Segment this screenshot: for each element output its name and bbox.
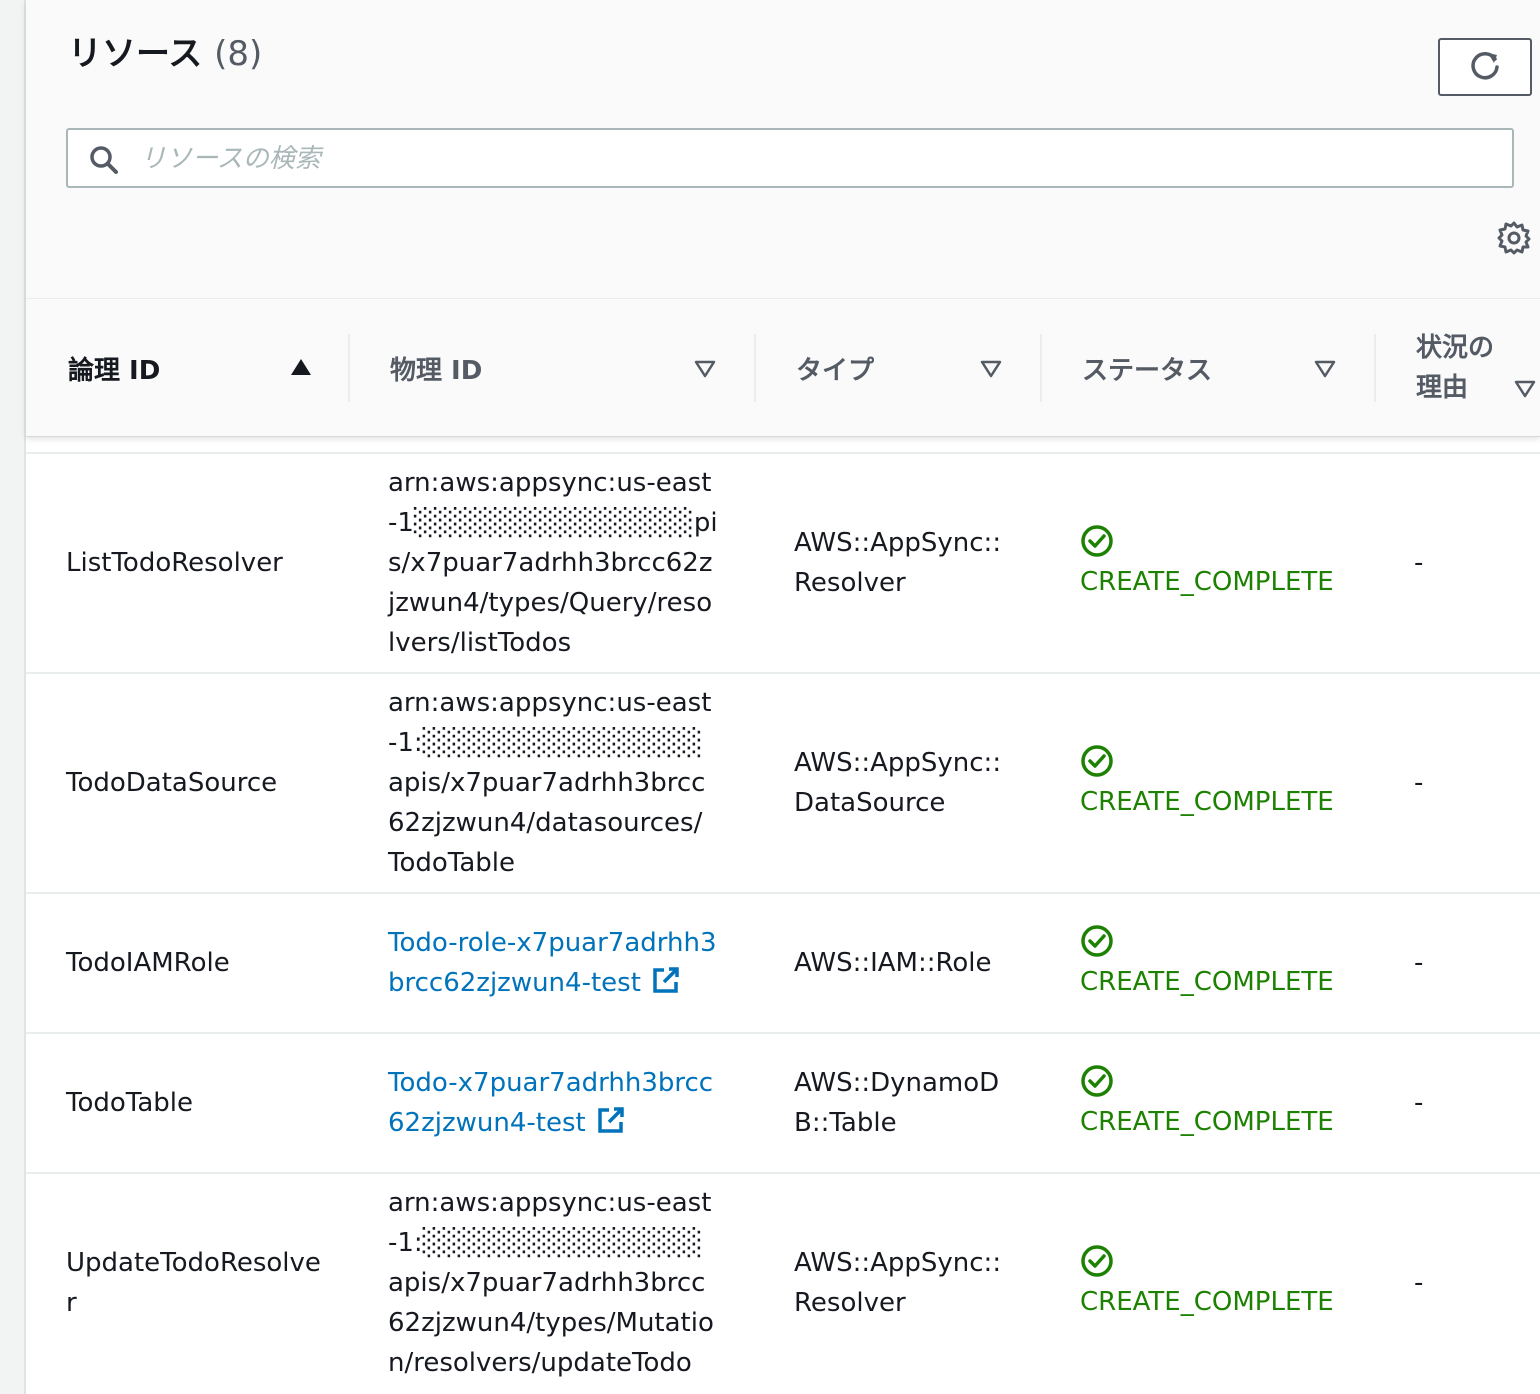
check-circle-icon [1081,1065,1113,1097]
type-cell: AWS::AppSync::Resolver [794,454,1004,672]
status-text: CREATE_COMPLETE [1080,787,1334,817]
reason-cell: - [1414,1034,1474,1172]
column-divider[interactable] [348,334,350,402]
resource-type: AWS::IAM::Role [794,948,992,978]
status-cell: CREATE_COMPLETE [1080,1174,1370,1392]
logical-id-cell: TodoIAMRole [66,894,326,1032]
check-circle-icon [1081,745,1113,777]
physical-id: Todo-x7puar7adrhh3brcc62zjzwun4-test [388,1068,714,1138]
search-input[interactable] [138,138,1502,180]
physical-id-link[interactable]: Todo-role-x7puar7adrhh3brcc62zjzwun4-tes… [388,923,718,1003]
refresh-button[interactable] [1438,38,1532,96]
left-rail [0,0,26,1394]
physical-id-cell: arn:aws:appsync:us-east-1:░░░░░░░░░░░░░░… [388,1174,718,1392]
logical-id: TodoDataSource [66,768,278,798]
column-label-status: ステータス [1082,355,1213,386]
type-cell: AWS::AppSync::DataSource [794,674,1004,892]
resources-panel: リソース (8) 論理 ID [26,0,1540,1394]
reason-cell: - [1414,454,1474,672]
check-circle-icon [1081,525,1113,557]
status-reason: - [1414,548,1424,578]
logical-id-cell: TodoTable [66,1034,326,1172]
resource-count: (8) [214,34,263,74]
status-cell: CREATE_COMPLETE [1080,674,1370,892]
resource-type: AWS::AppSync::Resolver [794,1248,1002,1318]
column-label-reason-line1: 状況の [1416,333,1495,363]
reason-cell: - [1414,894,1474,1032]
page-title: リソース (8) [68,26,262,75]
sort-icon[interactable] [1314,360,1336,378]
physical-id: arn:aws:appsync:us-east-1░░░░░░░░░░░░░░p… [388,468,718,658]
reason-cell: - [1414,674,1474,892]
logical-id: ListTodoResolver [66,548,283,578]
status-reason: - [1414,1088,1424,1118]
column-header-reason[interactable]: 状況の 理由 [1416,300,1540,436]
sort-icon[interactable] [980,360,1002,378]
resource-type: AWS::AppSync::Resolver [794,528,1002,598]
status-text: CREATE_COMPLETE [1080,1287,1334,1317]
refresh-icon [1471,51,1499,80]
gear-icon[interactable] [1496,220,1532,256]
panel-header: リソース (8) 論理 ID [26,0,1540,437]
logical-id: TodoIAMRole [66,948,230,978]
logical-id-cell: UpdateTodoResolver [66,1174,326,1392]
logical-id-cell: TodoDataSource [66,674,326,892]
physical-id-cell: arn:aws:appsync:us-east-1░░░░░░░░░░░░░░p… [388,454,718,672]
status-text: CREATE_COMPLETE [1080,967,1334,997]
check-circle-icon [1081,925,1113,957]
logical-id-cell: ListTodoResolver [66,454,326,672]
table-row: ListTodoResolver arn:aws:appsync:us-east… [26,452,1540,672]
header-separator [26,298,1540,299]
physical-id-cell: Todo-role-x7puar7adrhh3brcc62zjzwun4-tes… [388,894,718,1032]
column-header-logical-id[interactable]: 論理 ID [68,300,358,436]
type-cell: AWS::IAM::Role [794,894,1004,1032]
physical-id-cell: Todo-x7puar7adrhh3brcc62zjzwun4-test [388,1034,718,1172]
resource-type: AWS::AppSync::DataSource [794,748,1002,818]
search-icon [90,146,118,174]
title-text: リソース [68,34,203,74]
resources-table-body: ListTodoResolver arn:aws:appsync:us-east… [26,452,1540,1392]
type-cell: AWS::AppSync::Resolver [794,1174,1004,1392]
sort-icon[interactable] [694,360,716,378]
column-label-physical-id: 物理 ID [390,355,483,386]
logical-id: UpdateTodoResolver [66,1248,321,1318]
status-cell: CREATE_COMPLETE [1080,454,1370,672]
status-reason: - [1414,948,1424,978]
column-label-reason-line2: 理由 [1416,373,1469,403]
column-divider[interactable] [754,334,756,402]
reason-cell: - [1414,1174,1474,1392]
status-cell: CREATE_COMPLETE [1080,1034,1370,1172]
physical-id: arn:aws:appsync:us-east-1:░░░░░░░░░░░░░░… [388,1188,714,1378]
status-cell: CREATE_COMPLETE [1080,894,1370,1032]
column-divider[interactable] [1040,334,1042,402]
sort-ascending-icon[interactable] [290,358,312,376]
status-reason: - [1414,1268,1424,1298]
table-row: TodoIAMRole Todo-role-x7puar7adrhh3brcc6… [26,892,1540,1032]
external-link-icon[interactable] [596,1105,626,1135]
check-circle-icon [1081,1245,1113,1277]
external-link-icon[interactable] [651,965,681,995]
type-cell: AWS::DynamoDB::Table [794,1034,1004,1172]
status-text: CREATE_COMPLETE [1080,1107,1334,1137]
column-label-logical-id: 論理 ID [68,355,161,386]
search-box[interactable] [66,128,1514,188]
sort-icon[interactable] [1514,380,1536,398]
physical-id-cell: arn:aws:appsync:us-east-1:░░░░░░░░░░░░░░… [388,674,718,892]
status-text: CREATE_COMPLETE [1080,567,1334,597]
column-label-type: タイプ [796,355,875,386]
table-row: UpdateTodoResolver arn:aws:appsync:us-ea… [26,1172,1540,1392]
table-row: TodoTable Todo-x7puar7adrhh3brcc62zjzwun… [26,1032,1540,1172]
physical-id: arn:aws:appsync:us-east-1:░░░░░░░░░░░░░░… [388,688,712,878]
column-divider[interactable] [1374,334,1376,402]
column-header-type[interactable]: タイプ [796,300,1036,436]
column-header-physical-id[interactable]: 物理 ID [390,300,730,436]
logical-id: TodoTable [66,1088,194,1118]
physical-id-link[interactable]: Todo-x7puar7adrhh3brcc62zjzwun4-test [388,1063,718,1143]
status-reason: - [1414,768,1424,798]
resource-type: AWS::DynamoDB::Table [794,1068,1000,1138]
table-row: TodoDataSource arn:aws:appsync:us-east-1… [26,672,1540,892]
column-header-status[interactable]: ステータス [1082,300,1372,436]
